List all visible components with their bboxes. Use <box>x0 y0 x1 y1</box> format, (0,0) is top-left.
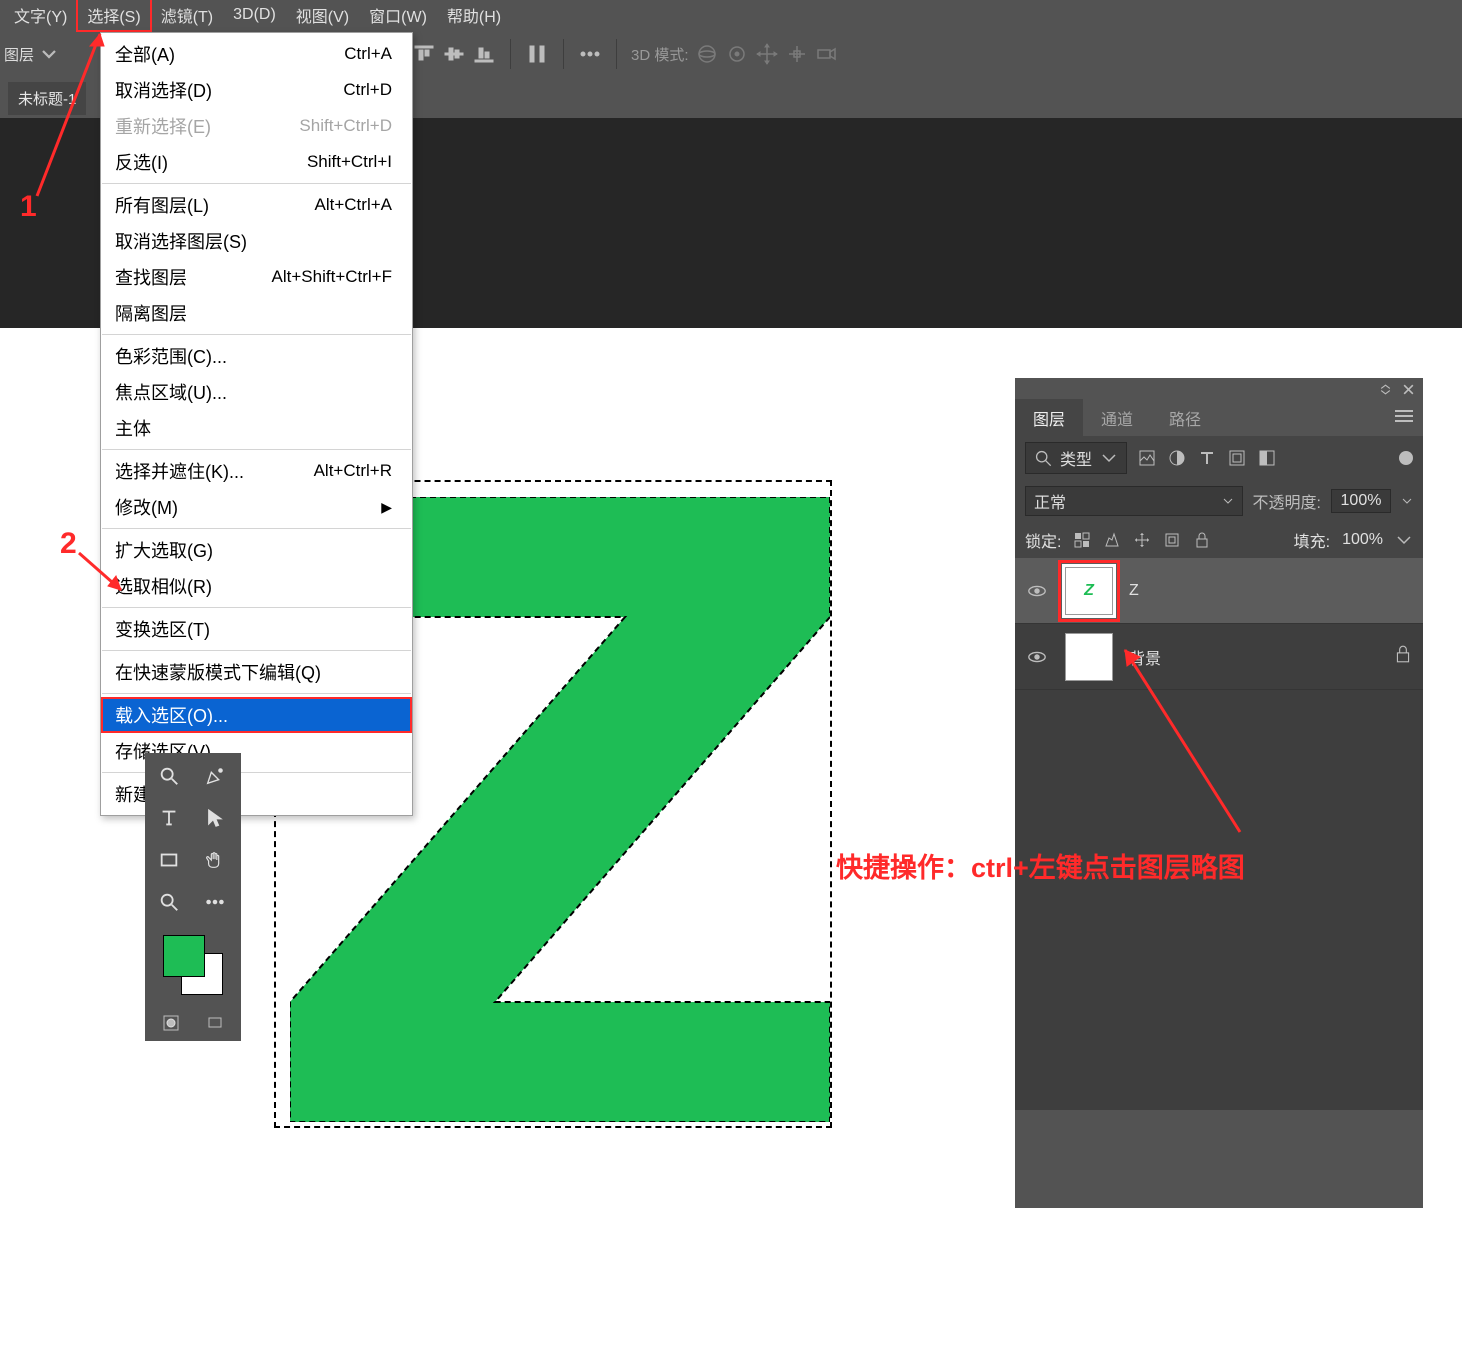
separator <box>616 39 617 69</box>
foreground-swatch[interactable] <box>163 935 205 977</box>
lock-row: 锁定: 填充: 100% <box>1015 522 1423 558</box>
quickmask-icon[interactable] <box>163 1015 179 1031</box>
menu-filter[interactable]: 滤镜(T) <box>151 0 223 31</box>
zoom-tool-2[interactable] <box>149 883 189 921</box>
filter-adjustment-icon[interactable] <box>1167 448 1187 468</box>
screenmode-icon[interactable] <box>207 1015 223 1031</box>
menu-item-transform-selection[interactable]: 变换选区(T) <box>101 611 412 647</box>
menu-item-find-layers[interactable]: 查找图层Alt+Shift+Ctrl+F <box>101 259 412 295</box>
menu-help[interactable]: 帮助(H) <box>437 0 511 31</box>
filter-smart-icon[interactable] <box>1257 448 1277 468</box>
distribute-icon[interactable] <box>525 42 549 66</box>
menu-item-color-range[interactable]: 色彩范围(C)... <box>101 338 412 374</box>
layer-thumbnail[interactable]: Z <box>1065 567 1113 615</box>
menu-item-grow[interactable]: 扩大选取(G) <box>101 532 412 568</box>
blend-mode-select[interactable]: 正常 <box>1025 486 1243 516</box>
opacity-label: 不透明度: <box>1253 489 1321 513</box>
more-dots-icon[interactable] <box>578 42 602 66</box>
path-select-tool[interactable] <box>195 799 235 837</box>
menu-item-focus-area[interactable]: 焦点区域(U)... <box>101 374 412 410</box>
menu-item-reselect: 重新选择(E)Shift+Ctrl+D <box>101 108 412 144</box>
menu-view[interactable]: 视图(V) <box>286 0 359 31</box>
collapse-icon[interactable] <box>1379 383 1392 396</box>
separator <box>510 39 511 69</box>
tab-paths[interactable]: 路径 <box>1151 399 1219 437</box>
annotation-arrow-thumb <box>1110 642 1250 842</box>
hand-tool[interactable] <box>195 841 235 879</box>
lock-all-icon[interactable] <box>1193 531 1211 549</box>
layer-filter-row: 类型 <box>1015 436 1423 480</box>
lock-icon <box>1393 644 1413 669</box>
filter-pixel-icon[interactable] <box>1137 448 1157 468</box>
annotation-number-2: 2 <box>60 527 77 561</box>
align-top-icon[interactable] <box>412 42 436 66</box>
visibility-toggle[interactable] <box>1025 581 1049 601</box>
layer-thumbnail[interactable] <box>1065 633 1113 681</box>
tab-layers[interactable]: 图层 <box>1015 399 1083 437</box>
separator <box>563 39 564 69</box>
menu-item-deselect-layers[interactable]: 取消选择图层(S) <box>101 223 412 259</box>
menu-item-modify[interactable]: 修改(M)▶ <box>101 489 412 525</box>
menu-item-quickmask[interactable]: 在快速蒙版模式下编辑(Q) <box>101 654 412 690</box>
layer-name[interactable]: Z <box>1129 582 1139 600</box>
camera3d-icon[interactable] <box>815 42 839 66</box>
pan3d-icon[interactable] <box>755 42 779 66</box>
color-swatches[interactable] <box>157 929 229 1001</box>
slide3d-icon[interactable] <box>785 42 809 66</box>
menu-item-load-selection[interactable]: 载入选区(O)... <box>101 697 412 733</box>
tab-channels[interactable]: 通道 <box>1083 399 1151 437</box>
lock-position-icon[interactable] <box>1133 531 1151 549</box>
type-tool[interactable] <box>149 799 189 837</box>
visibility-toggle[interactable] <box>1025 647 1049 667</box>
roll3d-icon[interactable] <box>725 42 749 66</box>
menu-item-deselect[interactable]: 取消选择(D)Ctrl+D <box>101 72 412 108</box>
panel-tabs: 图层 通道 路径 <box>1015 400 1423 436</box>
align-vcenter-icon[interactable] <box>442 42 466 66</box>
chevron-down-icon[interactable] <box>1401 495 1413 507</box>
chevron-down-icon[interactable] <box>1395 531 1413 549</box>
menu-item-all-layers[interactable]: 所有图层(L)Alt+Ctrl+A <box>101 187 412 223</box>
tool-palette <box>145 753 241 1041</box>
menu-3d[interactable]: 3D(D) <box>223 2 286 28</box>
menu-item-subject[interactable]: 主体 <box>101 410 412 446</box>
lock-label: 锁定: <box>1025 528 1061 552</box>
panel-menu-icon[interactable] <box>1395 409 1423 428</box>
orbit3d-icon[interactable] <box>695 42 719 66</box>
filter-toggle[interactable] <box>1399 451 1413 465</box>
menu-item-select-mask[interactable]: 选择并遮住(K)...Alt+Ctrl+R <box>101 453 412 489</box>
menu-item-inverse[interactable]: 反选(I)Shift+Ctrl+I <box>101 144 412 180</box>
layer-row-z[interactable]: Z Z <box>1015 558 1423 624</box>
mode3d-label: 3D 模式: <box>631 44 689 65</box>
zoom-tool[interactable] <box>149 757 189 795</box>
opacity-value[interactable]: 100% <box>1331 489 1391 513</box>
filter-kind-select[interactable]: 类型 <box>1025 442 1127 474</box>
filter-type-icon[interactable] <box>1197 448 1217 468</box>
filter-shape-icon[interactable] <box>1227 448 1247 468</box>
fill-value[interactable]: 100% <box>1342 531 1383 549</box>
lock-artboard-icon[interactable] <box>1163 531 1181 549</box>
blend-mode-row: 正常 不透明度: 100% <box>1015 480 1423 522</box>
lock-image-icon[interactable] <box>1103 531 1121 549</box>
align-bottom-icon[interactable] <box>472 42 496 66</box>
annotation-arrow-1 <box>32 26 112 201</box>
fill-label: 填充: <box>1294 528 1330 552</box>
layer-target-label[interactable]: 图层 <box>4 44 34 65</box>
rectangle-tool[interactable] <box>149 841 189 879</box>
menu-item-all[interactable]: 全部(A)Ctrl+A <box>101 36 412 72</box>
lock-transparent-icon[interactable] <box>1073 531 1091 549</box>
close-icon[interactable] <box>1402 383 1415 396</box>
menu-item-similar[interactable]: 选取相似(R) <box>101 568 412 604</box>
panel-titlebar <box>1015 378 1423 400</box>
select-menu-dropdown: 全部(A)Ctrl+A 取消选择(D)Ctrl+D 重新选择(E)Shift+C… <box>100 32 413 816</box>
menubar: 文字(Y) 选择(S) 滤镜(T) 3D(D) 视图(V) 窗口(W) 帮助(H… <box>0 0 1462 30</box>
menu-window[interactable]: 窗口(W) <box>359 0 437 31</box>
menu-item-isolate-layers[interactable]: 隔离图层 <box>101 295 412 331</box>
annotation-hint: 快捷操作：ctrl+左键点击图层略图 <box>836 846 1245 885</box>
more-tools[interactable] <box>195 883 235 921</box>
annotation-arrow-2 <box>76 548 131 603</box>
pen-tool[interactable] <box>195 757 235 795</box>
